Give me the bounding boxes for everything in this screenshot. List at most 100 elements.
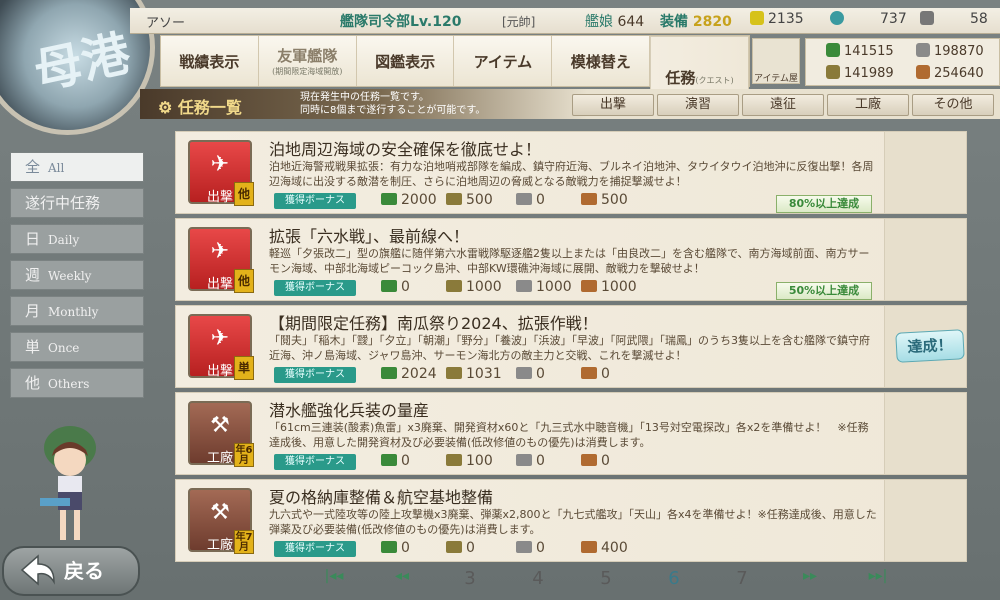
- nav-quest-label: 任務: [665, 69, 696, 87]
- bonus-label: 獲得ボーナス: [274, 367, 356, 383]
- reward-bauxite: 1000: [581, 279, 637, 295]
- equip-label: 装備: [660, 14, 688, 30]
- hammer-glyph: [920, 11, 934, 25]
- screw-count: 58: [970, 11, 988, 27]
- quest-category: 出撃: [206, 364, 233, 379]
- ammo-icon: [446, 541, 462, 553]
- quest-list-title-text: 任務一覧: [177, 98, 242, 117]
- quest-type-tag: 他: [234, 182, 254, 206]
- reward-steel: 0: [516, 453, 545, 469]
- nav-furniture[interactable]: 模様替え: [552, 36, 651, 86]
- first-page-icon[interactable]: |◂◂: [300, 568, 368, 589]
- hammer-icon: ⚒: [210, 500, 230, 525]
- quest-title: 拡張「六水戦」、最前線へ！: [269, 227, 470, 246]
- quest-item[interactable]: ✈ 出撃 他 泊地周辺海域の安全確保を徹底せよ！ 泊地近海警戒戦果拡張：有力な泊地…: [175, 131, 967, 214]
- page-3[interactable]: 3: [436, 568, 504, 589]
- filter-exercise[interactable]: 演習: [657, 94, 739, 116]
- bonus-label: 獲得ボーナス: [274, 541, 356, 557]
- back-button[interactable]: 戻る: [2, 546, 140, 596]
- nav-quest-row: 任務(クエスト): [665, 67, 733, 88]
- filter-sortie[interactable]: 出撃: [572, 94, 654, 116]
- nav-album[interactable]: 図鑑表示: [357, 36, 455, 86]
- nav-item[interactable]: アイテム: [454, 36, 553, 86]
- quest-desc: 軽巡「夕張改二」型の旗艦に随伴第六水雷戦隊駆逐艦2隻以上または「由良改二」を含む…: [269, 247, 870, 275]
- progress-badge: 50%以上達成: [776, 282, 872, 300]
- fuel-icon: [381, 454, 397, 466]
- quest-item[interactable]: ✈ 出撃 単 【期間限定任務】南瓜祭り2024、拡張作戦！ 「鬩夫」「稲木」「靉」…: [175, 305, 967, 388]
- ammo-stock: 141989: [826, 65, 894, 81]
- steel-icon: [516, 280, 532, 292]
- reward-fuel-value: 0: [401, 279, 410, 295]
- quest-item[interactable]: ⚒ 工廠 年7月 夏の格納庫整備＆航空基地整備 九六式や一式陸攻等の陸上攻撃機x3…: [175, 479, 967, 562]
- bauxite-icon: [581, 193, 597, 205]
- filter-arsenal[interactable]: 工廠: [827, 94, 909, 116]
- reward-bauxite: 500: [581, 192, 628, 208]
- ship-label: 艦娘: [585, 14, 613, 30]
- page-7[interactable]: 7: [708, 568, 776, 589]
- tab-weekly-kanji: 週: [25, 266, 41, 284]
- page-6-current[interactable]: 6: [640, 568, 708, 589]
- quest-status-area: [884, 132, 966, 213]
- bauxite-icon: [581, 454, 597, 466]
- filter-expedition[interactable]: 遠征: [742, 94, 824, 116]
- bauxite-stock: 254640: [916, 65, 984, 81]
- completed-badge[interactable]: 達成！: [895, 329, 965, 363]
- next-page-icon[interactable]: ▸▸: [776, 568, 844, 589]
- reward-steel-value: 1000: [536, 279, 572, 295]
- tab-in-progress[interactable]: 遂行中任務: [10, 188, 144, 218]
- quest-title: 夏の格納庫整備＆航空基地整備: [269, 488, 494, 507]
- reward-fuel: 2024: [381, 366, 437, 382]
- bonus-label: 獲得ボーナス: [274, 280, 356, 296]
- reward-steel-value: 0: [536, 453, 545, 469]
- nav-quest-sub: (クエスト): [695, 76, 734, 85]
- tab-monthly[interactable]: 月 Monthly: [10, 296, 144, 326]
- tab-all[interactable]: 全 All: [10, 152, 144, 182]
- page-5[interactable]: 5: [572, 568, 640, 589]
- hq-level-label: 艦隊司令部Lv.: [340, 14, 433, 30]
- tab-once[interactable]: 単 Once: [10, 332, 144, 362]
- last-page-icon[interactable]: ▸▸|: [844, 568, 912, 589]
- dev-material-count: [830, 11, 848, 27]
- reward-steel: 0: [516, 192, 545, 208]
- quest-category: 出撃: [206, 277, 233, 292]
- quest-item[interactable]: ✈ 出撃 他 拡張「六水戦」、最前線へ！ 軽巡「夕張改二」型の旗艦に随伴第六水雷戦…: [175, 218, 967, 301]
- tab-daily[interactable]: 日 Daily: [10, 224, 144, 254]
- fuel-icon: [381, 541, 397, 553]
- bucket-value: 2135: [768, 11, 804, 27]
- bauxite-icon: [916, 65, 930, 79]
- tab-others[interactable]: 他 Others: [10, 368, 144, 398]
- quest-desc-line2: 同時に8個まで遂行することが可能です。: [300, 105, 486, 116]
- tab-weekly[interactable]: 週 Weekly: [10, 260, 144, 290]
- bauxite-icon: [581, 541, 597, 553]
- reward-fuel-value: 0: [401, 453, 410, 469]
- steel-value: 198870: [934, 44, 984, 59]
- admiral-name: アソー: [146, 16, 186, 31]
- bonus-label: 獲得ボーナス: [274, 193, 356, 209]
- quest-item[interactable]: ⚒ 工廠 年6月 潜水艦強化兵装の量産 「61cm三連装(酸素)魚雷」x3廃棄、開…: [175, 392, 967, 475]
- ammo-icon: [446, 280, 462, 292]
- pagination: |◂◂ ◂◂ 3 4 5 6 7 ▸▸ ▸▸|: [300, 568, 912, 589]
- nav-friend-sub: (期間限定海域開放): [272, 67, 343, 76]
- nav-item-label: アイテム: [473, 52, 533, 71]
- reward-bauxite: 0: [581, 453, 610, 469]
- reward-steel-value: 0: [536, 540, 545, 556]
- nav-friend-fleet[interactable]: 友軍艦隊 (期間限定海域開放): [259, 36, 357, 86]
- steel-icon: [516, 367, 532, 379]
- steel-icon: [516, 193, 532, 205]
- reward-fuel: 0: [381, 540, 410, 556]
- reward-steel: 1000: [516, 279, 572, 295]
- nav-friend-label: 友軍艦隊: [277, 47, 338, 65]
- tab-others-kanji: 他: [25, 374, 41, 392]
- prev-page-icon[interactable]: ◂◂: [368, 568, 436, 589]
- quest-status-area: [884, 480, 966, 561]
- reward-ammo-value: 0: [466, 540, 475, 556]
- reward-steel: 0: [516, 366, 545, 382]
- nav-record[interactable]: 戦績表示: [161, 36, 259, 86]
- item-shop-button[interactable]: アイテム屋: [752, 38, 800, 84]
- plane-icon: ✈: [210, 326, 230, 351]
- filter-other[interactable]: その他: [912, 94, 994, 116]
- progress-badge: 80%以上達成: [776, 195, 872, 213]
- fuel-icon: [381, 367, 397, 379]
- page-4[interactable]: 4: [504, 568, 572, 589]
- tab-monthly-en: Monthly: [48, 305, 99, 319]
